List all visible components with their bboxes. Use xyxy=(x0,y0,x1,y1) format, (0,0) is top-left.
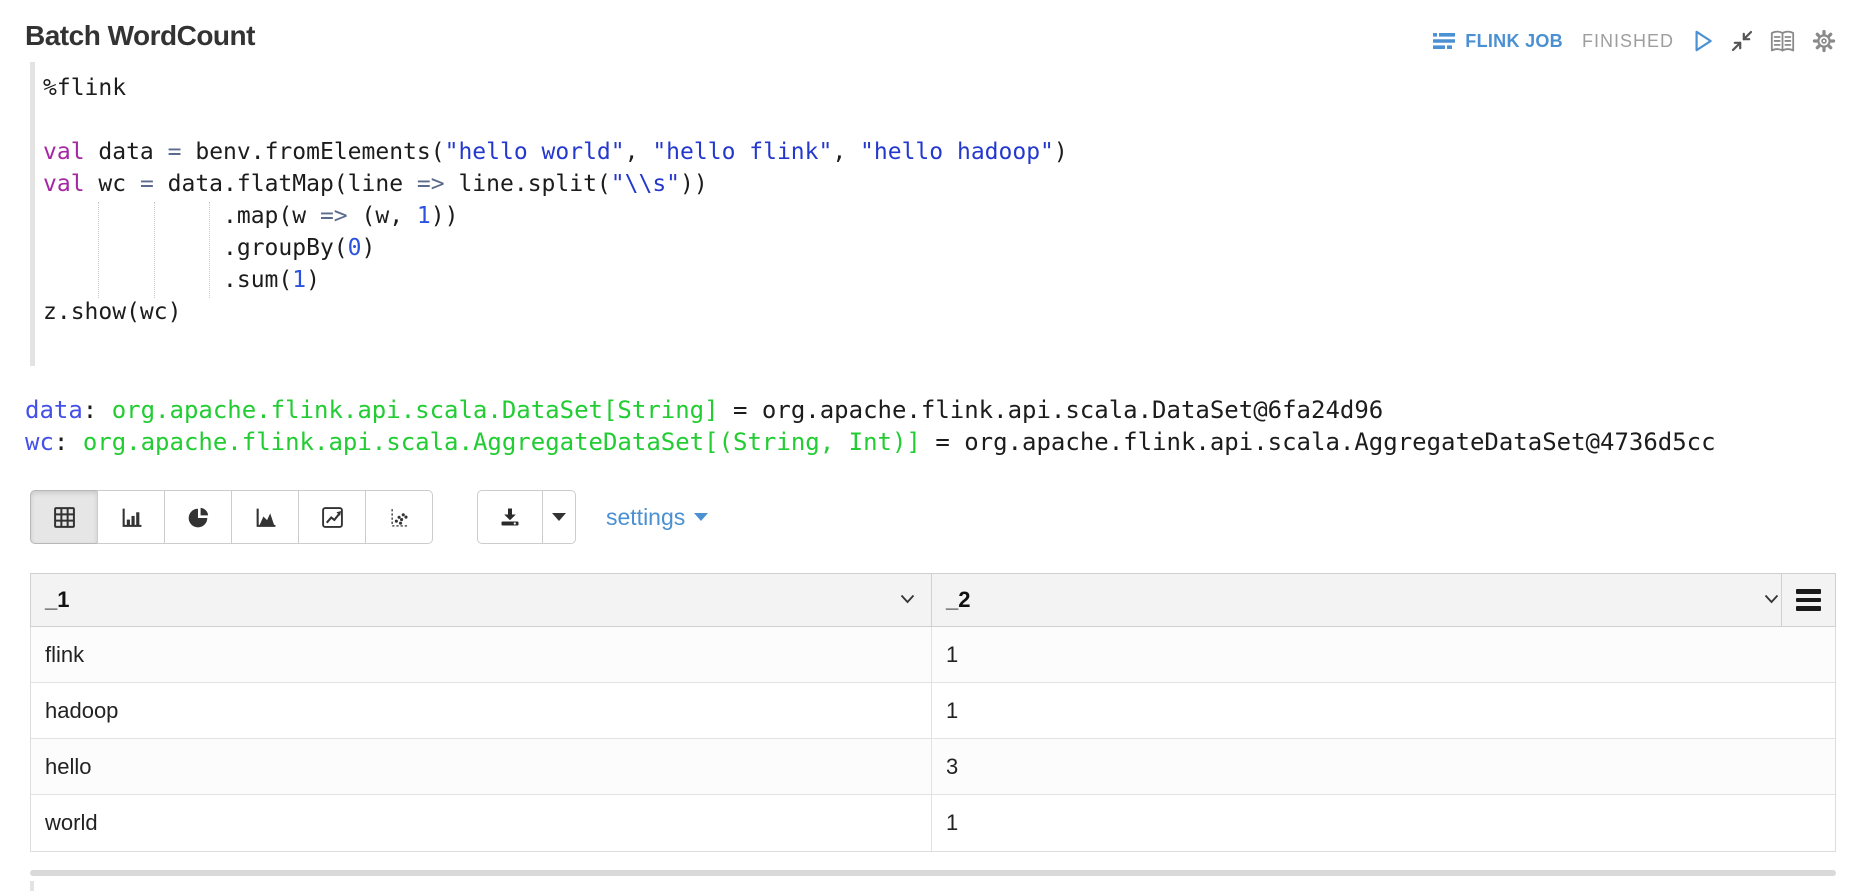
area-chart-button[interactable] xyxy=(231,490,299,544)
table-row[interactable]: hello3 xyxy=(31,739,1835,795)
code-line: %flink xyxy=(43,72,1835,104)
column-header-label: _1 xyxy=(45,587,69,613)
display-toolbar: settings xyxy=(30,490,1860,544)
table-cell: 3 xyxy=(932,739,1835,794)
code-line: .sum(1) xyxy=(43,264,1835,296)
table-cell: 1 xyxy=(932,627,1835,682)
code-editor[interactable]: %flink val data = benv.fromElements("hel… xyxy=(30,62,1835,366)
paragraph-controls: FLINK JOB FINISHED xyxy=(1431,28,1837,54)
column-header-2[interactable]: _2 xyxy=(932,574,1782,626)
table-cell: hello xyxy=(31,739,932,794)
download-options-caret-button[interactable] xyxy=(542,490,576,544)
chevron-down-icon xyxy=(694,513,708,521)
grid-menu-button[interactable] xyxy=(1782,574,1834,626)
code-line: z.show(wc) xyxy=(43,296,1835,328)
next-paragraph-edge xyxy=(30,881,34,891)
table-cell: flink xyxy=(31,627,932,682)
job-label: FLINK JOB xyxy=(1465,31,1563,52)
column-menu-chevron-icon[interactable] xyxy=(900,594,915,604)
column-menu-chevron-icon[interactable] xyxy=(1764,594,1779,604)
output-line: data: org.apache.flink.api.scala.DataSet… xyxy=(25,394,1835,426)
download-button[interactable] xyxy=(477,490,543,544)
code-line: val wc = data.flatMap(line => line.split… xyxy=(43,168,1835,200)
indent-guide xyxy=(209,202,210,298)
code-line xyxy=(43,104,1835,136)
paragraph-header: Batch WordCount FLINK JOB FINISHED xyxy=(0,0,1860,54)
table-body: flink1hadoop1hello3world1 xyxy=(30,627,1836,852)
flink-job-link[interactable]: FLINK JOB xyxy=(1431,30,1563,52)
indent-guide xyxy=(154,202,155,298)
job-list-icon xyxy=(1431,30,1457,52)
hamburger-menu-icon xyxy=(1796,589,1821,611)
table-header-row: _1 _2 xyxy=(30,573,1836,627)
code-line: .map(w => (w, 1)) xyxy=(43,200,1835,232)
code-line: .groupBy(0) xyxy=(43,232,1835,264)
column-header-1[interactable]: _1 xyxy=(31,574,932,626)
pie-chart-button[interactable] xyxy=(164,490,232,544)
chart-type-button-group xyxy=(30,490,433,544)
table-view-button[interactable] xyxy=(30,490,98,544)
settings-label: settings xyxy=(606,504,685,531)
report-view-icon[interactable] xyxy=(1769,29,1796,54)
table-cell: 1 xyxy=(932,683,1835,738)
table-row[interactable]: flink1 xyxy=(31,627,1835,683)
chevron-down-icon xyxy=(552,513,566,521)
table-row[interactable]: world1 xyxy=(31,795,1835,851)
settings-toggle[interactable]: settings xyxy=(606,504,708,531)
line-chart-button[interactable] xyxy=(298,490,366,544)
indent-guide xyxy=(98,202,99,298)
table-row[interactable]: hadoop1 xyxy=(31,683,1835,739)
gear-icon[interactable] xyxy=(1811,28,1837,54)
status-badge: FINISHED xyxy=(1582,31,1674,52)
result-table: _1 _2 flink1hadoop1hello3world1 xyxy=(30,573,1836,852)
column-header-label: _2 xyxy=(946,587,970,613)
bar-chart-button[interactable] xyxy=(97,490,165,544)
output-line: wc: org.apache.flink.api.scala.Aggregate… xyxy=(25,426,1835,458)
scatter-chart-button[interactable] xyxy=(365,490,433,544)
interpreter-output: data: org.apache.flink.api.scala.DataSet… xyxy=(25,394,1835,458)
page-title: Batch WordCount xyxy=(25,20,255,52)
table-cell: 1 xyxy=(932,795,1835,851)
run-button[interactable] xyxy=(1689,28,1715,54)
horizontal-scrollbar[interactable] xyxy=(30,870,1836,876)
code-line: val data = benv.fromElements("hello worl… xyxy=(43,136,1835,168)
table-cell: world xyxy=(31,795,932,851)
download-button-group xyxy=(477,490,576,544)
collapse-icon[interactable] xyxy=(1730,29,1754,53)
table-cell: hadoop xyxy=(31,683,932,738)
